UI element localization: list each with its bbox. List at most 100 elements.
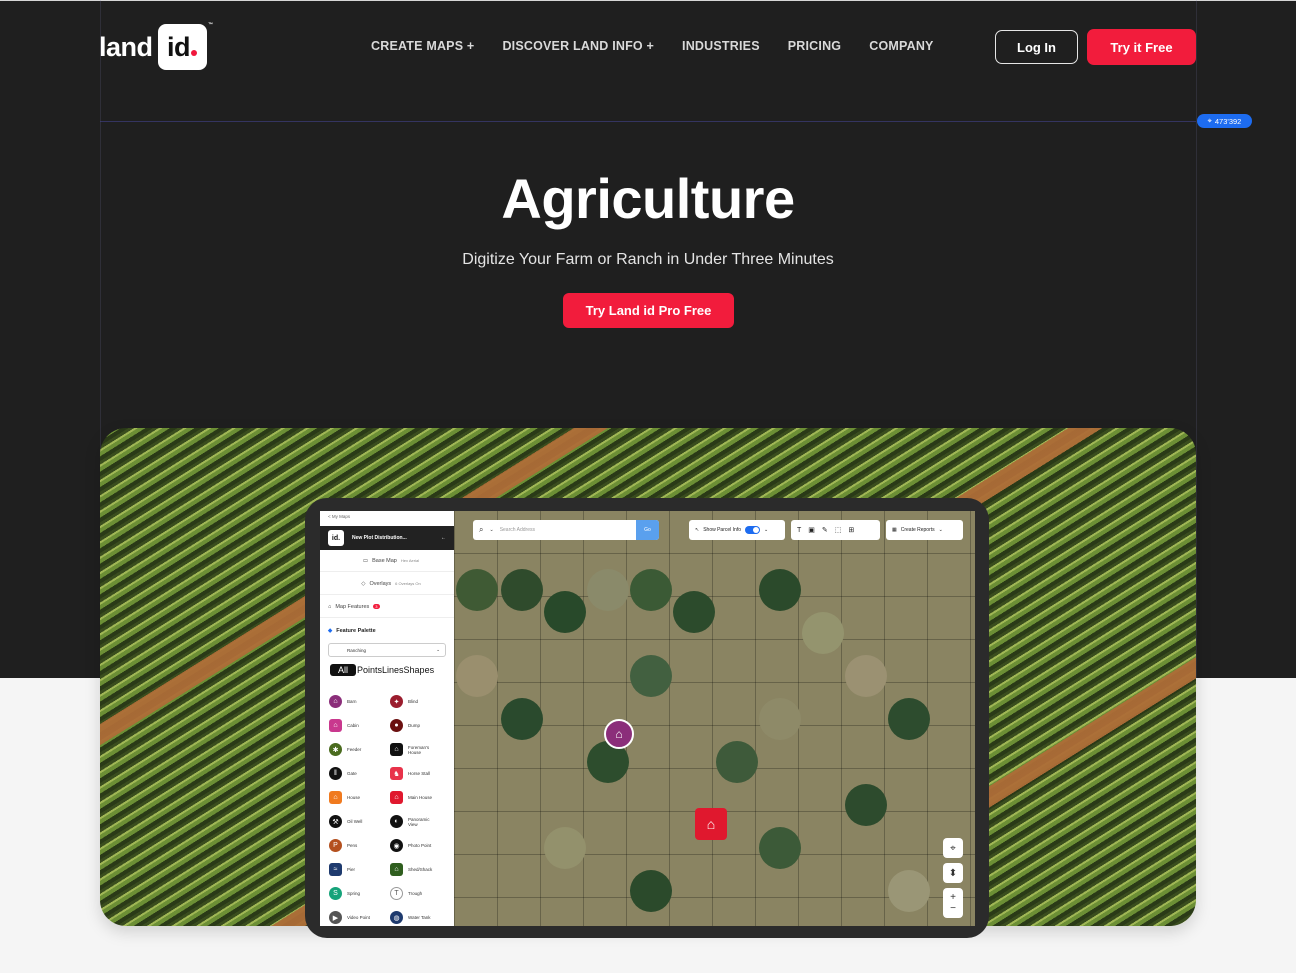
overlays-row[interactable]: ◇ Overlays 6 Overlays On [320,573,454,595]
zoom-in-icon[interactable]: + [950,892,956,903]
guide-line-horizontal [100,121,1196,122]
house-icon: ⌂ [706,816,716,832]
palette-select[interactable]: Ranching ⌄ [328,643,446,657]
parcel-toggle-switch[interactable] [745,526,761,534]
compass-button[interactable]: ⬍ [943,863,963,883]
feature-video-point[interactable]: ▶ Video Point [329,911,370,924]
feature-pier[interactable]: ≈ Pier [329,863,355,876]
shape-tool-icon[interactable]: ⬚ [835,526,842,534]
water-tank-icon: ◍ [390,911,403,924]
feature-panoramic-view[interactable]: ◐ Panoramic View [390,815,438,828]
palette-tabs: All Points Lines Shapes [330,664,434,676]
compass-icon: ⬍ [948,867,958,879]
tab-all[interactable]: All [330,664,357,676]
feature-cabin[interactable]: ⌂ Cabin [329,719,359,732]
tab-lines[interactable]: Lines [382,665,404,675]
feature-pens[interactable]: P Pens [329,839,357,852]
pivot-field [888,698,930,740]
house-icon: ⌂ [329,791,342,804]
feature-barn[interactable]: ⌂ Barn [329,695,357,708]
pivot-field [888,870,930,912]
pivot-field [587,569,629,611]
oil-well-icon: ⚒ [329,815,342,828]
chevron-down-icon: ⌄ [764,527,769,533]
pivot-field [501,569,543,611]
search-placeholder: Search Address [499,527,535,533]
trough-icon: T [390,887,403,900]
back-to-maps-link[interactable]: < My Maps [328,514,350,519]
map-features-row[interactable]: ⌂ Map Features 3 [320,596,454,618]
main-nav: CREATE MAPS + DISCOVER LAND INFO + INDUS… [371,39,934,53]
map-features-count: 3 [373,604,380,609]
feature-spring[interactable]: S Spring [329,887,360,900]
login-button[interactable]: Log In [995,30,1078,64]
nav-pricing[interactable]: PRICING [788,39,842,53]
zoom-out-icon[interactable]: − [950,903,956,914]
camera-icon: ◉ [390,839,403,852]
search-go-button[interactable]: Go [636,520,659,540]
feature-feeder[interactable]: ✱ Feeder [329,743,361,756]
top-border [0,0,1296,1]
feature-foremans-house[interactable]: ⌂ Foreman's House [390,743,438,756]
spring-icon: S [329,887,342,900]
feature-horse-stall[interactable]: ♞ Horse Stall [390,767,430,780]
measure-tool-icon[interactable]: ⊞ [848,526,854,534]
feature-blind[interactable]: ✦ Blind [390,695,418,708]
horse-stall-icon: ♞ [390,767,403,780]
chevron-down-icon: ⌄ [436,647,440,652]
text-tool-icon[interactable]: T [797,527,801,534]
logo-dot [191,50,198,56]
overlays-value: 6 Overlays On [395,581,421,586]
nav-create-maps[interactable]: CREATE MAPS + [371,39,474,53]
label-tool-icon[interactable]: ▣ [808,526,815,534]
show-parcel-label: Show Parcel Info [703,527,742,533]
feature-dump[interactable]: ● Dump [390,719,420,732]
try-free-button[interactable]: Try it Free [1087,29,1196,65]
aerial-map[interactable]: ⌕ ⌄ Search Address Go ↖ Show Parcel Info… [454,511,975,926]
gate-icon: ‖ [329,767,342,780]
house-map-marker[interactable]: ⌂ [695,808,727,840]
page-subtitle: Digitize Your Farm or Ranch in Under Thr… [462,251,834,268]
feature-water-tank[interactable]: ◍ Water Tank [390,911,431,924]
locate-button[interactable]: ⌖ [943,838,963,858]
feature-photo-point[interactable]: ◉ Photo Point [390,839,431,852]
barn-icon: ⌂ [615,727,623,741]
feature-shed-shack[interactable]: ⌂ Shed/Shack [390,863,432,876]
feature-main-house[interactable]: ⌂ Main House [390,791,432,804]
show-parcel-toggle[interactable]: ↖ Show Parcel Info ⌄ [689,520,785,540]
logo-text: land [99,31,153,62]
nav-discover-land-info[interactable]: DISCOVER LAND INFO + [502,39,654,53]
pivot-field [673,591,715,633]
map-name: New Plot Distribution... [352,535,407,541]
feature-palette-title: ◆ Feature Palette [328,628,376,634]
feature-trough[interactable]: T Trough [390,887,422,900]
tab-shapes[interactable]: Shapes [404,665,435,675]
barn-map-marker[interactable]: ⌂ [604,719,634,749]
try-pro-button[interactable]: Try Land id Pro Free [563,293,734,328]
coordinate-badge: ⌖ 473'392 [1197,114,1252,128]
barn-icon: ⌂ [329,695,342,708]
crosshair-icon: ⌖ [1207,116,1212,125]
pivot-field [845,784,887,826]
address-search[interactable]: ⌕ ⌄ Search Address Go [473,520,659,540]
create-reports-label: Create Reports [900,527,935,533]
nav-industries[interactable]: INDUSTRIES [682,39,760,53]
drawing-tools: T ▣ ✎ ⬚ ⊞ [791,520,880,540]
tab-points[interactable]: Points [357,665,382,675]
create-reports-button[interactable]: ▦ Create Reports ⌄ [886,520,963,540]
panoramic-icon: ◐ [390,815,403,828]
base-map-row[interactable]: ▭ Base Map Hex Aerial [320,550,454,572]
app-screenshot: < My Maps id. New Plot Distribution... ←… [320,511,975,926]
feature-oil-well[interactable]: ⚒ Oil Well [329,815,362,828]
collapse-icon[interactable]: ← [441,535,446,541]
nav-company[interactable]: COMPANY [869,39,933,53]
zoom-controls: + − [943,888,963,918]
feature-house[interactable]: ⌂ House [329,791,360,804]
pivot-field [456,655,498,697]
pen-tool-icon[interactable]: ✎ [822,526,828,534]
palette-select-value: Ranching [347,647,367,653]
feature-gate[interactable]: ‖ Gate [329,767,357,780]
logo[interactable]: land id ™ [99,22,213,70]
palette-icon: ◆ [328,628,333,634]
map-icon: ▭ [362,557,369,564]
